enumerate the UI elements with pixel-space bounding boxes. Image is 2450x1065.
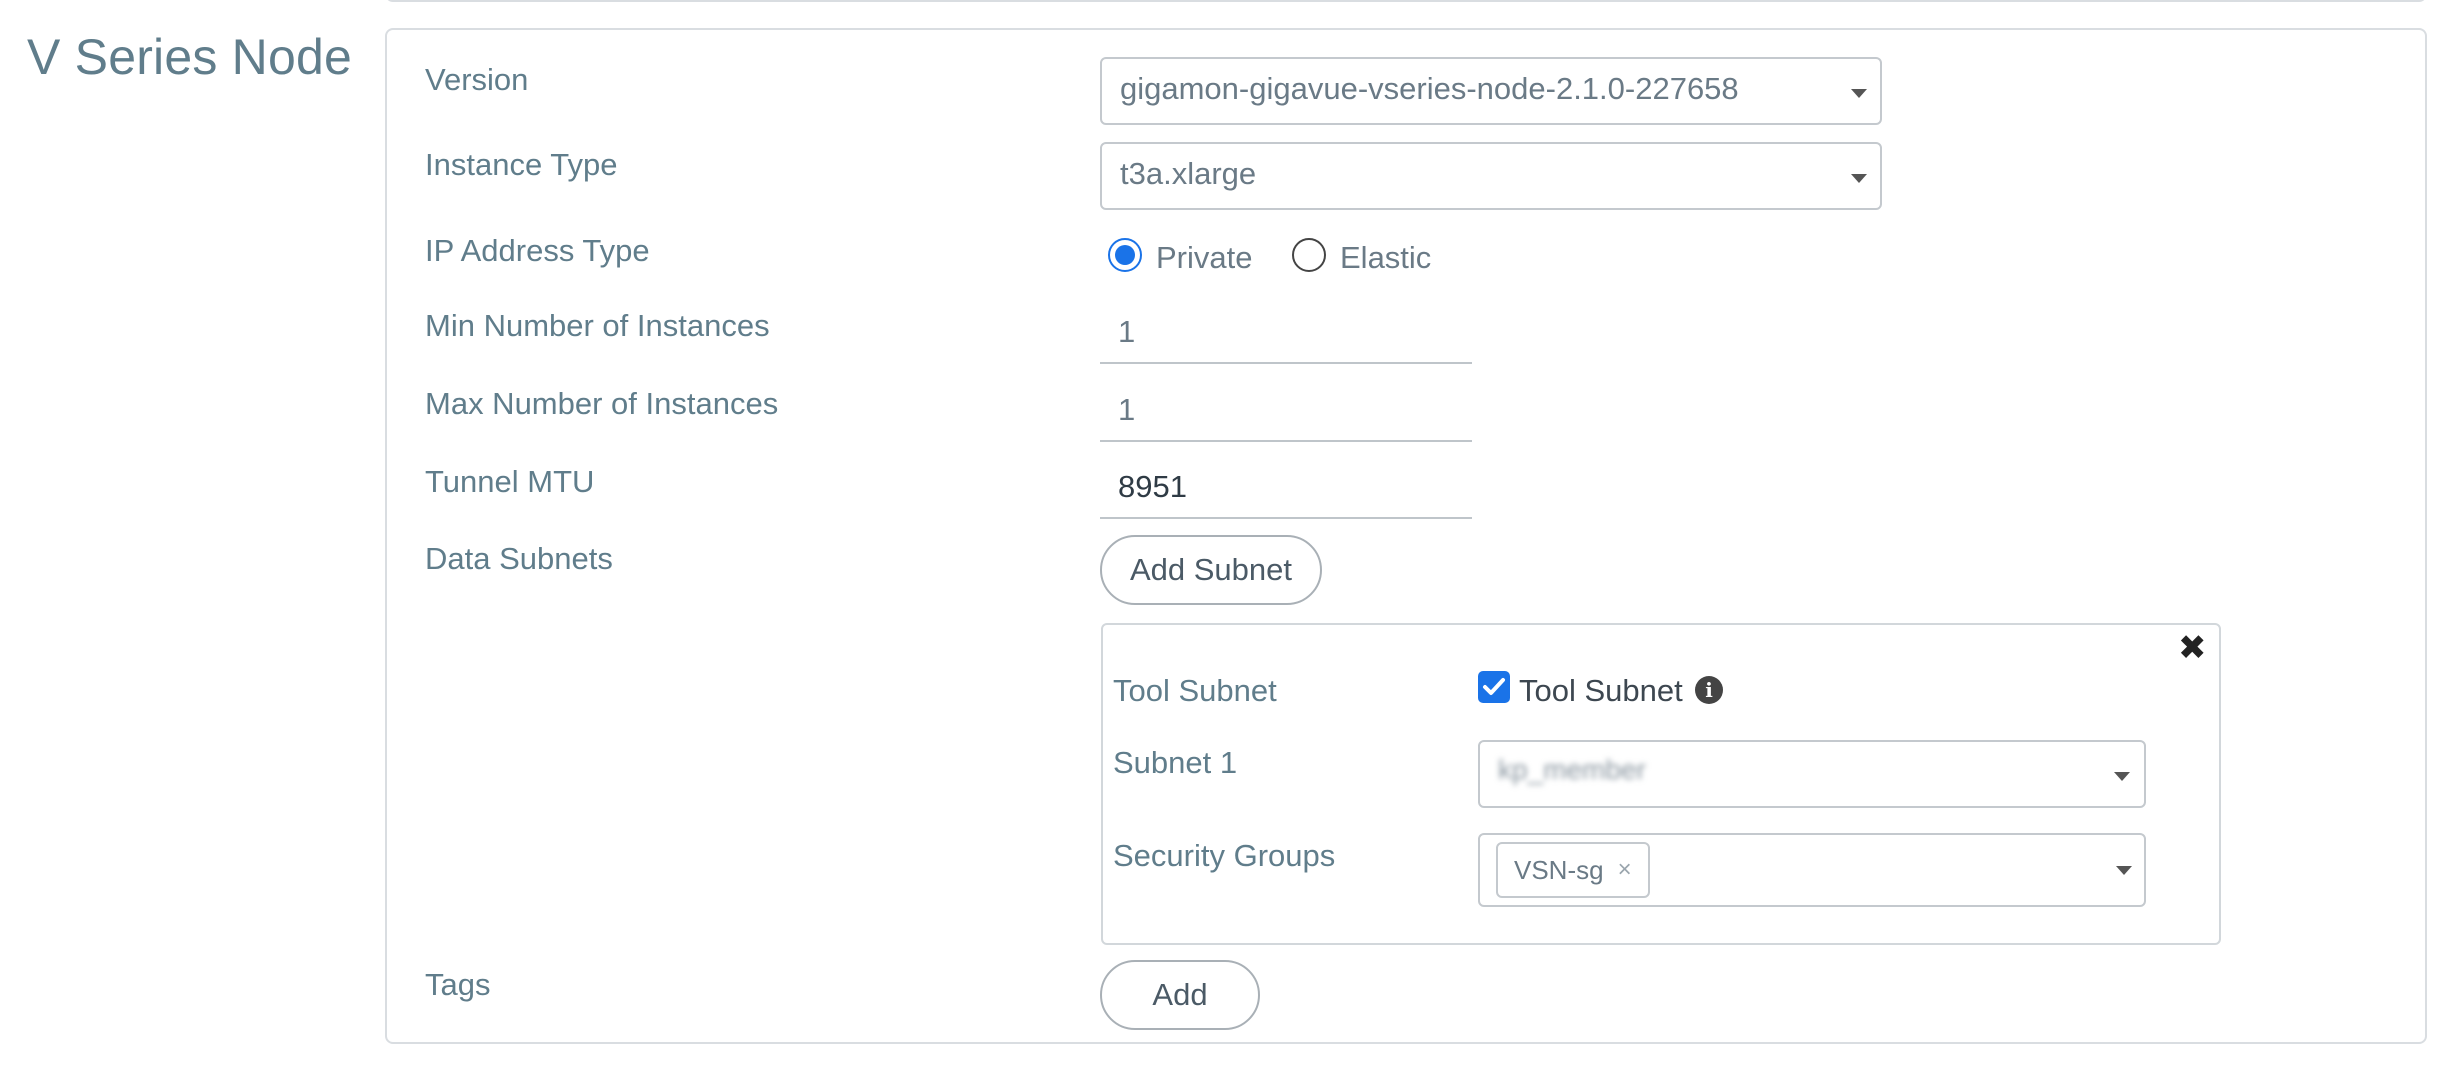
- tunnel-mtu-input[interactable]: 8951: [1100, 455, 1472, 519]
- min-instances-input[interactable]: 1: [1100, 300, 1472, 364]
- subnet-1-select-value: kp_member: [1498, 754, 1646, 785]
- ip-address-type-label: IP Address Type: [425, 233, 650, 268]
- tool-subnet-checkbox[interactable]: [1478, 671, 1510, 703]
- tags-label: Tags: [425, 967, 491, 1002]
- chevron-down-icon: [2114, 772, 2130, 781]
- min-instances-value: 1: [1118, 314, 1136, 349]
- tunnel-mtu-label: Tunnel MTU: [425, 464, 595, 499]
- info-icon[interactable]: i: [1695, 676, 1723, 704]
- page-root: V Series Node Version gigamon-gigavue-vs…: [0, 0, 2450, 1065]
- data-subnets-label: Data Subnets: [425, 541, 613, 576]
- add-tag-button[interactable]: Add: [1100, 960, 1260, 1030]
- radio-private-label[interactable]: Private: [1156, 240, 1252, 276]
- close-icon[interactable]: ✖: [2178, 628, 2207, 668]
- checkmark-icon: [1483, 678, 1505, 695]
- tool-subnet-label: Tool Subnet: [1113, 673, 1277, 708]
- subnet-1-label: Subnet 1: [1113, 745, 1238, 780]
- section-title: V Series Node: [27, 29, 352, 85]
- security-groups-label: Security Groups: [1113, 838, 1336, 873]
- radio-elastic-label[interactable]: Elastic: [1340, 240, 1431, 276]
- chevron-down-icon: [2116, 866, 2132, 875]
- chevron-down-icon: [1851, 174, 1867, 183]
- version-select-value: gigamon-gigavue-vseries-node-2.1.0-22765…: [1120, 71, 1739, 106]
- subnet-1-select[interactable]: kp_member: [1478, 740, 2146, 808]
- max-instances-label: Max Number of Instances: [425, 386, 779, 421]
- instance-type-label: Instance Type: [425, 147, 618, 182]
- chip-remove-icon[interactable]: ×: [1618, 856, 1632, 884]
- previous-panel-edge: [385, 0, 2427, 2]
- version-label: Version: [425, 62, 529, 97]
- security-group-chip-label: VSN-sg: [1514, 854, 1604, 885]
- security-group-chip: VSN-sg ×: [1496, 842, 1650, 898]
- radio-private[interactable]: [1108, 238, 1142, 272]
- max-instances-input[interactable]: 1: [1100, 378, 1472, 442]
- tunnel-mtu-value: 8951: [1118, 469, 1187, 504]
- version-select[interactable]: gigamon-gigavue-vseries-node-2.1.0-22765…: [1100, 57, 1882, 125]
- instance-type-select-value: t3a.xlarge: [1120, 156, 1257, 191]
- add-subnet-button[interactable]: Add Subnet: [1100, 535, 1322, 605]
- max-instances-value: 1: [1118, 392, 1136, 427]
- min-instances-label: Min Number of Instances: [425, 308, 770, 343]
- chevron-down-icon: [1851, 89, 1867, 98]
- tool-subnet-checkbox-label[interactable]: Tool Subnet: [1519, 673, 1683, 709]
- radio-elastic[interactable]: [1292, 238, 1326, 272]
- instance-type-select[interactable]: t3a.xlarge: [1100, 142, 1882, 210]
